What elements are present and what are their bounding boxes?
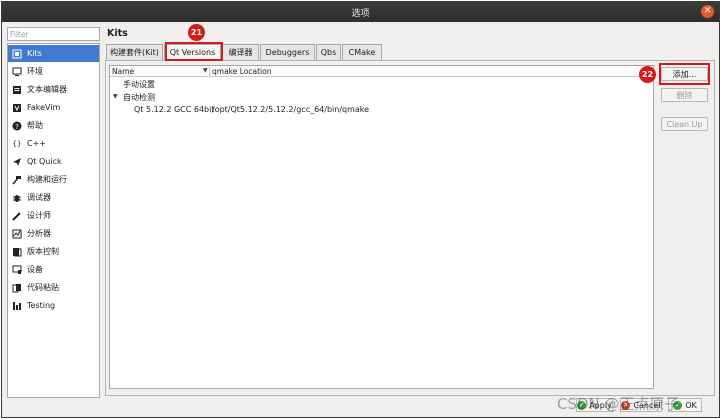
sidebar-item-label: 分析器 [27,229,51,238]
sidebar: Kits 环境 文本编辑器 FakeVim ? 帮助 {} C++ Qt Qui… [7,43,100,398]
svg-text:?: ? [15,123,19,131]
sidebar-item-help[interactable]: ? 帮助 [8,117,99,134]
clean-up-button[interactable]: Clean Up [661,117,708,131]
sidebar-item-label: C++ [27,139,46,148]
sidebar-item-qt-quick[interactable]: Qt Quick [8,153,99,170]
sidebar-item-label: 帮助 [27,121,43,130]
analyzer-icon [12,229,22,239]
sidebar-item-label: FakeVim [27,103,61,112]
tree-header: Name ▼ qmake Location [110,66,653,77]
sidebar-item-debugger[interactable]: 调试器 [8,189,99,206]
sidebar-item-version-control[interactable]: 版本控制 [8,243,99,260]
sidebar-item-label: 环境 [27,67,43,76]
column-header-name[interactable]: Name [112,67,134,76]
kits-icon [12,49,22,59]
callout-badge-21: 21 [188,24,205,41]
collapse-arrow-icon[interactable]: ▼ [113,93,118,100]
help-icon: ? [12,121,22,131]
window-title: 选项 [351,9,370,19]
sidebar-item-label: 设计师 [27,211,51,220]
device-icon [12,265,22,275]
sidebar-item-cpp[interactable]: {} C++ [8,135,99,152]
tab-debuggers[interactable]: Debuggers [260,44,315,60]
sidebar-item-code-paste[interactable]: 代码粘贴 [8,279,99,296]
sidebar-item-analyzer[interactable]: 分析器 [8,225,99,242]
sidebar-item-label: 调试器 [27,193,51,202]
sort-down-icon: ▼ [203,67,208,74]
sidebar-item-designer[interactable]: 设计师 [8,207,99,224]
tree-item-qt-version-name[interactable]: Qt 5.12.2 GCC 64bit [134,105,215,114]
callout-box-qt-versions [165,42,223,61]
sidebar-item-text-editor[interactable]: 文本编辑器 [8,81,99,98]
code-paste-icon [12,283,22,293]
sidebar-item-label: 版本控制 [27,247,59,256]
monitor-icon [12,67,22,77]
callout-box-add [659,63,710,85]
tab-kits[interactable]: 构建套件(Kit) [106,44,163,60]
page-title: Kits [107,28,128,39]
sidebar-item-devices[interactable]: 设备 [8,261,99,278]
bug-icon [12,193,22,203]
fakevim-icon [12,103,22,113]
column-header-qmake-location[interactable]: qmake Location [212,67,271,76]
sidebar-item-label: Testing [27,301,56,310]
sidebar-item-label: Qt Quick [27,157,62,166]
close-button[interactable]: ✕ [701,5,714,18]
tree-item-manual[interactable]: 手动设置 [123,79,155,90]
qt-versions-tree[interactable]: Name ▼ qmake Location 手动设置 ▼ 自动检测 Qt 5.1… [109,65,654,389]
sidebar-item-testing[interactable]: Testing [8,297,99,314]
qtquick-icon [12,157,22,167]
pen-icon [12,211,22,221]
sidebar-item-build-run[interactable]: 构建和运行 [8,171,99,188]
testing-icon [12,301,22,311]
sidebar-item-fakevim[interactable]: FakeVim [8,99,99,116]
tree-item-qmake-path: /opt/Qt5.12.2/5.12.2/gcc_64/bin/qmake [212,105,370,114]
cpp-icon: {} [12,139,22,148]
title-bar: 选项 ✕ [2,2,719,22]
sidebar-item-label: 代码粘贴 [27,283,59,292]
callout-badge-22: 22 [639,66,656,83]
sidebar-item-label: 文本编辑器 [27,85,67,94]
tab-qbs[interactable]: Qbs [316,44,341,60]
close-icon: ✕ [703,6,712,16]
sidebar-item-kits[interactable]: Kits [8,45,99,62]
sidebar-item-environment[interactable]: 环境 [8,63,99,80]
column-separator[interactable] [209,66,210,77]
text-editor-icon [12,85,22,95]
sidebar-item-label: 构建和运行 [27,175,67,184]
filter-input[interactable] [7,27,100,41]
version-control-icon [12,247,22,257]
hammer-icon [12,175,22,185]
remove-button[interactable]: 删除 [661,88,708,102]
tab-compilers[interactable]: 编译器 [222,44,259,60]
tab-cmake[interactable]: CMake [342,44,382,60]
tree-item-auto-detected[interactable]: 自动检测 [123,92,155,103]
watermark: CSDN @正点原子 [557,395,680,413]
sidebar-item-label: Kits [27,49,42,58]
sidebar-item-label: 设备 [27,265,43,274]
ok-label: OK [685,400,697,410]
